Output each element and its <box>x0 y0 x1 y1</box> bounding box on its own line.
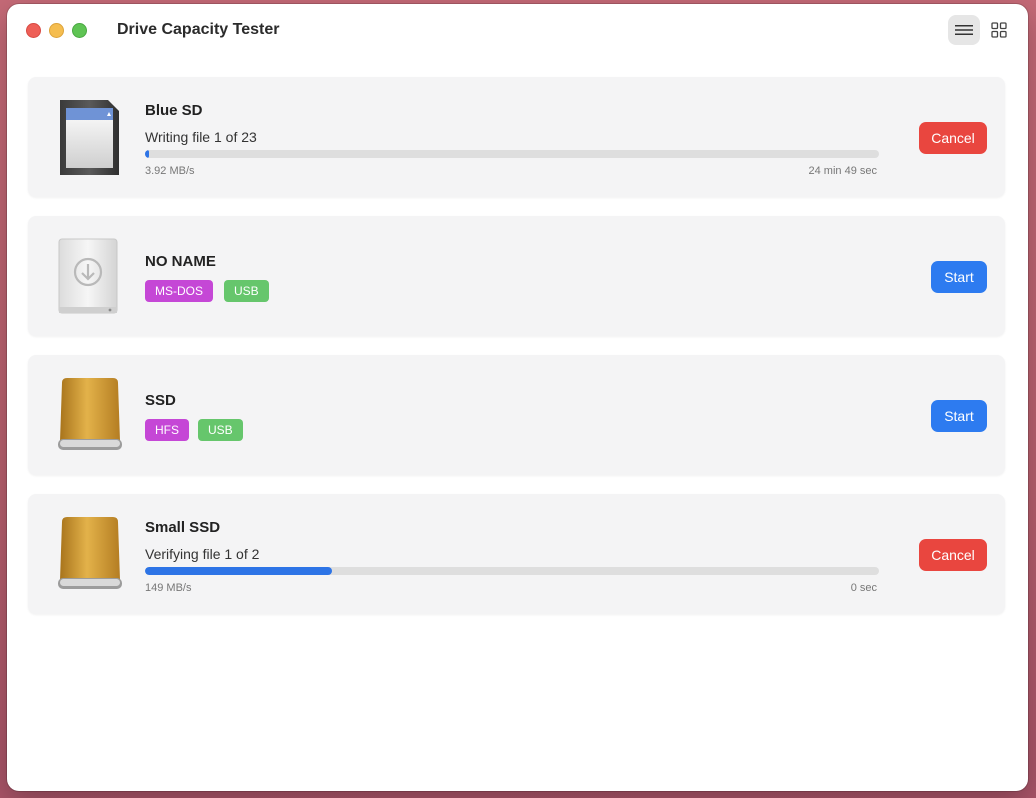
connection-badge: USB <box>224 280 269 302</box>
sd-card-icon <box>60 100 119 175</box>
start-button[interactable]: Start <box>931 400 987 432</box>
drive-name: SSD <box>145 392 176 409</box>
grid-icon <box>991 22 1007 38</box>
cancel-button[interactable]: Cancel <box>919 539 987 571</box>
drive-name: Small SSD <box>145 519 221 536</box>
drive-status: Verifying file 1 of 2 <box>145 546 260 562</box>
drive-card: SSD HFS USB Start <box>28 355 1005 475</box>
cancel-button[interactable]: Cancel <box>919 122 987 154</box>
ssd-drive-icon <box>58 517 122 589</box>
drive-card: NO NAME MS-DOS USB Start <box>28 216 1005 336</box>
external-drive-icon <box>58 238 118 314</box>
ssd-drive-icon <box>58 378 122 450</box>
drive-card: Blue SD Writing file 1 of 23 3.92 MB/s 2… <box>28 77 1005 197</box>
list-view-button[interactable] <box>948 15 980 45</box>
time-remaining: 0 sec <box>850 582 877 594</box>
close-window-button[interactable] <box>26 23 41 38</box>
progress-fill <box>145 567 333 575</box>
zoom-window-button[interactable] <box>72 23 87 38</box>
time-remaining: 24 min 49 sec <box>808 165 877 177</box>
format-badge: HFS <box>145 419 189 441</box>
transfer-speed: 149 MB/s <box>145 582 192 594</box>
drive-name: NO NAME <box>145 253 216 270</box>
format-badge: MS-DOS <box>145 280 213 302</box>
transfer-speed: 3.92 MB/s <box>145 165 195 177</box>
grid-view-button[interactable] <box>987 15 1011 45</box>
drive-card: Small SSD Verifying file 1 of 2 149 MB/s… <box>28 494 1005 614</box>
drive-name: Blue SD <box>145 102 203 119</box>
start-button[interactable]: Start <box>931 261 987 293</box>
progress-fill <box>145 150 150 158</box>
window-title: Drive Capacity Tester <box>117 21 280 38</box>
connection-badge: USB <box>198 419 243 441</box>
drive-status: Writing file 1 of 23 <box>145 129 257 145</box>
progress-bar <box>145 567 879 575</box>
minimize-window-button[interactable] <box>49 23 64 38</box>
list-icon <box>955 25 973 35</box>
progress-bar <box>145 150 879 158</box>
title-bar: Drive Capacity Tester <box>7 4 1028 58</box>
app-window: Drive Capacity Tester Blue SD Writing fi… <box>7 4 1028 791</box>
